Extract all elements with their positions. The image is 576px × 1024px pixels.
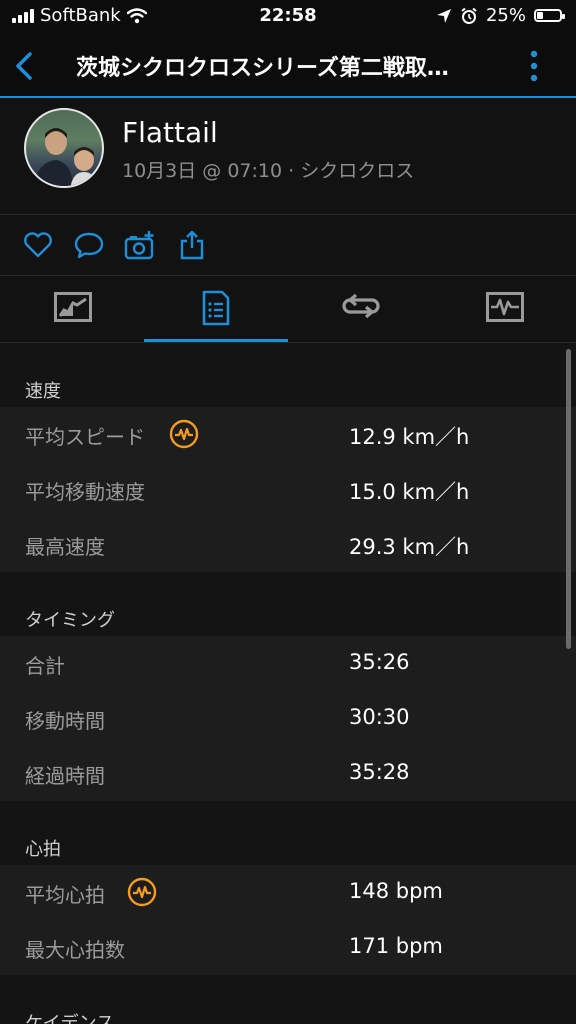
- battery-fill: [537, 12, 543, 19]
- section-header-heart-rate: 心拍: [0, 801, 576, 865]
- stat-row-total-time: 合計 35:26: [0, 636, 576, 691]
- stat-row-avg-hr: 平均心拍 148 bpm: [0, 865, 576, 920]
- heart-rate-badge-icon[interactable]: [127, 877, 157, 907]
- stat-value: 15.0 km／h: [349, 480, 470, 504]
- activity-meta: 10月3日 @ 07:10 · シクロクロス: [122, 160, 415, 182]
- stat-value: 171 bpm: [349, 934, 443, 958]
- tab-stats[interactable]: [144, 276, 288, 342]
- stat-label: 移動時間: [25, 709, 105, 733]
- stat-label: 平均スピード: [25, 425, 145, 449]
- comment-icon[interactable]: [73, 229, 105, 261]
- stat-value: 12.9 km／h: [349, 425, 470, 449]
- status-right: 25%: [436, 5, 565, 26]
- location-arrow-icon: [436, 8, 451, 23]
- tab-chart[interactable]: [0, 276, 144, 342]
- like-icon[interactable]: [22, 229, 54, 261]
- laps-tab-icon: [342, 293, 380, 319]
- stat-value: 30:30: [349, 705, 410, 729]
- stats-content[interactable]: 速度 平均スピード 12.9 km／h 平均移動速度 15.0 km／h 最高速…: [0, 343, 576, 1024]
- scrollbar[interactable]: [566, 349, 571, 649]
- add-photo-icon[interactable]: [124, 229, 156, 261]
- stat-label: 最大心拍数: [25, 938, 125, 962]
- stat-value: 29.3 km／h: [349, 535, 470, 559]
- stat-row-avg-moving-speed: 平均移動速度 15.0 km／h: [0, 462, 576, 517]
- more-options-icon[interactable]: [524, 48, 544, 84]
- stat-row-max-speed: 最高速度 29.3 km／h: [0, 517, 576, 572]
- activity-profile: Flattail 10月3日 @ 07:10 · シクロクロス: [0, 98, 576, 215]
- monitor-tab-icon: [486, 292, 524, 322]
- page-title: 茨城シクロクロスシリーズ第二戦取…: [76, 56, 449, 81]
- stat-label: 平均心拍: [25, 883, 105, 907]
- stat-row-avg-speed: 平均スピード 12.9 km／h: [0, 407, 576, 462]
- stat-label: 経過時間: [25, 764, 105, 788]
- status-bar: SoftBank 22:58 25%: [0, 0, 576, 34]
- stat-label: 合計: [25, 654, 65, 678]
- stat-row-max-hr: 最大心拍数 171 bpm: [0, 920, 576, 975]
- battery-percent: 25%: [485, 5, 526, 26]
- section-header-timing: タイミング: [0, 572, 576, 636]
- stat-label: 平均移動速度: [25, 480, 145, 504]
- stat-row-elapsed-time: 経過時間 35:28: [0, 746, 576, 801]
- user-name[interactable]: Flattail: [122, 116, 218, 149]
- heart-rate-badge-icon[interactable]: [169, 419, 199, 449]
- back-arrow-icon[interactable]: [8, 46, 42, 86]
- tab-monitor[interactable]: [432, 276, 576, 342]
- stat-row-moving-time: 移動時間 30:30: [0, 691, 576, 746]
- tab-laps[interactable]: [288, 276, 432, 342]
- nav-bar: 茨城シクロクロスシリーズ第二戦取…: [0, 34, 576, 98]
- tab-bar: [0, 276, 576, 343]
- avatar[interactable]: [24, 108, 104, 188]
- section-header-cadence: ケイデンス: [0, 975, 576, 1024]
- alarm-icon: [461, 7, 477, 24]
- battery-icon: [534, 9, 565, 22]
- stat-value: 148 bpm: [349, 879, 443, 903]
- stat-label: 最高速度: [25, 535, 105, 559]
- action-bar: [0, 215, 576, 276]
- section-header-speed: 速度: [0, 343, 576, 407]
- stat-value: 35:28: [349, 760, 410, 784]
- stats-list-tab-icon: [202, 290, 230, 326]
- stat-value: 35:26: [349, 650, 410, 674]
- share-icon[interactable]: [176, 229, 208, 261]
- chart-tab-icon: [54, 292, 92, 322]
